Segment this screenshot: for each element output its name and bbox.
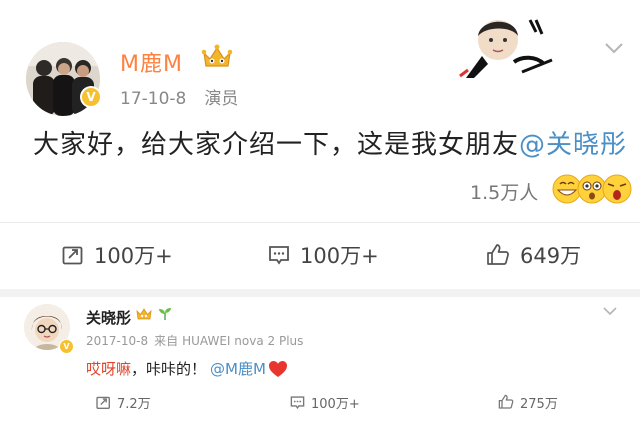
comment-reply-count: 100万+: [311, 396, 360, 412]
sprout-icon: [158, 306, 172, 320]
repost-count: 100万+: [94, 244, 173, 268]
post-meta: 17-10-8 演员: [120, 84, 238, 109]
comment-author-name[interactable]: 关晓彤: [86, 307, 131, 328]
post-text: 大家好，给大家介绍一下，这是我女朋友@关晓彤: [33, 124, 627, 161]
profile-sticker-image: [452, 12, 564, 82]
comment-mention-link[interactable]: @M鹿M: [210, 358, 266, 379]
like-count: 649万: [520, 244, 582, 268]
comment-like-count: 275万: [520, 396, 558, 412]
comment-icon: [290, 395, 305, 409]
verified-icon: V: [59, 339, 74, 354]
repost-icon: [62, 246, 83, 265]
divider: [0, 222, 640, 223]
comment-button[interactable]: 100万+: [268, 240, 379, 270]
like-button[interactable]: 649万: [486, 240, 581, 270]
section-divider: [0, 289, 640, 297]
post-author-name[interactable]: M鹿M: [120, 46, 183, 78]
comment-icon: [269, 246, 289, 265]
crown-icon: [200, 43, 234, 71]
likers-count[interactable]: 1.5万人: [470, 178, 538, 205]
comment-meta: 2017-10-8 来自 HUAWEI nova 2 Plus: [86, 332, 303, 349]
repost-button[interactable]: 100万+: [62, 240, 173, 270]
chevron-down-icon[interactable]: [604, 40, 624, 54]
post-text-main: 大家好，给大家介绍一下，这是我女朋友: [33, 130, 520, 160]
post-date: 17-10-8: [120, 89, 187, 109]
comment-text-rest: ，咔咔的！: [131, 360, 207, 378]
comment-repost-count: 7.2万: [117, 396, 151, 412]
post-mention-link[interactable]: @关晓彤: [519, 130, 627, 160]
comment-like-button[interactable]: 275万: [498, 392, 558, 412]
verified-icon: V: [80, 86, 102, 108]
repost-icon: [96, 396, 110, 409]
heart-icon: [268, 360, 287, 377]
comment-source-device: HUAWEI nova 2 Plus: [182, 334, 304, 348]
like-icon: [498, 394, 514, 409]
comment-source-prefix: 来自: [154, 334, 179, 348]
comment-reply-button[interactable]: 100万+: [290, 392, 360, 412]
comment-date: 2017-10-8: [86, 334, 149, 348]
crown-icon: [136, 306, 152, 320]
like-icon: [487, 244, 509, 265]
reaction-emojis-icon[interactable]: [550, 172, 634, 206]
comment-text-highlight: 哎呀嘛: [86, 360, 132, 378]
comment-text: 哎呀嘛 ，咔咔的！ @M鹿M: [86, 358, 288, 379]
chevron-down-icon[interactable]: [602, 302, 618, 316]
post-source[interactable]: 演员: [204, 89, 238, 109]
comment-repost-button[interactable]: 7.2万: [96, 392, 151, 412]
comment-count: 100万+: [300, 244, 379, 268]
